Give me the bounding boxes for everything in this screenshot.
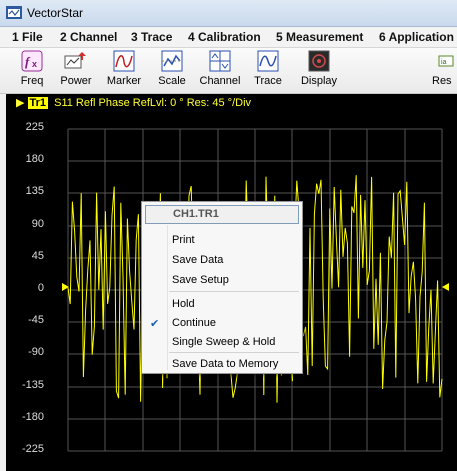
display-label: Display xyxy=(300,75,338,87)
menu-item-print[interactable]: Print xyxy=(172,234,195,246)
display-icon xyxy=(308,50,330,72)
window-title: VectorStar xyxy=(27,6,84,20)
check-icon: ✔ xyxy=(150,318,160,330)
title-bar: VectorStar xyxy=(0,0,457,27)
svg-text:ia: ia xyxy=(441,59,447,66)
scale-icon xyxy=(161,50,183,72)
menu-item-hold[interactable]: Hold xyxy=(172,298,195,310)
menu-separator xyxy=(169,291,299,292)
menu-item-continue[interactable]: Continue xyxy=(172,317,216,329)
menu-separator xyxy=(169,352,299,353)
trace-icon xyxy=(257,50,279,72)
menu-file[interactable]: 1 File xyxy=(12,30,43,44)
power-label: Power xyxy=(60,75,92,87)
marker-label: Marker xyxy=(106,75,142,87)
menu-item-save-data[interactable]: Save Data xyxy=(172,254,223,266)
menu-measurement[interactable]: 5 Measurement xyxy=(276,30,363,44)
menu-item-save-setup[interactable]: Save Setup xyxy=(172,274,229,286)
channel-button[interactable]: Channel xyxy=(194,50,246,92)
menu-bar: 1 File 2 Channel 3 Trace 4 Calibration 5… xyxy=(0,27,457,48)
display-button[interactable]: Display xyxy=(293,50,345,92)
menu-channel[interactable]: 2 Channel xyxy=(60,30,117,44)
menu-calibration[interactable]: 4 Calibration xyxy=(188,30,261,44)
power-button[interactable]: Power xyxy=(50,50,102,92)
channel-label: Channel xyxy=(199,75,241,87)
context-menu-gutter xyxy=(167,225,168,370)
response-label: Res xyxy=(432,75,452,87)
marker-icon xyxy=(113,50,135,72)
context-menu-title: CH1.TR1 xyxy=(173,208,219,220)
trace-label: Trace xyxy=(254,75,282,87)
app-icon xyxy=(6,6,22,19)
freq-icon: f x xyxy=(21,50,43,72)
scale-button[interactable]: Scale xyxy=(146,50,198,92)
context-menu: CH1.TR1 Print Save Data Save Setup Hold … xyxy=(141,201,303,374)
channel-icon xyxy=(209,50,231,72)
response-icon: ia xyxy=(438,55,454,67)
menu-application[interactable]: 6 Application xyxy=(379,30,454,44)
reference-level-marker-left xyxy=(62,283,69,291)
svg-text:x: x xyxy=(32,59,37,69)
toolbar: f x Freq Power Marker Scale Channel Trac… xyxy=(0,48,457,94)
menu-trace[interactable]: 3 Trace xyxy=(131,30,172,44)
response-button[interactable]: ia Res xyxy=(432,50,457,92)
menu-item-single-sweep-hold[interactable]: Single Sweep & Hold xyxy=(172,336,275,348)
trace-button[interactable]: Trace xyxy=(242,50,294,92)
marker-button[interactable]: Marker xyxy=(98,50,150,92)
power-icon xyxy=(64,52,86,69)
reference-level-marker-right xyxy=(442,283,449,291)
context-menu-header: CH1.TR1 xyxy=(145,205,299,224)
scale-label: Scale xyxy=(158,75,186,87)
menu-item-save-data-to-memory[interactable]: Save Data to Memory xyxy=(172,358,278,370)
